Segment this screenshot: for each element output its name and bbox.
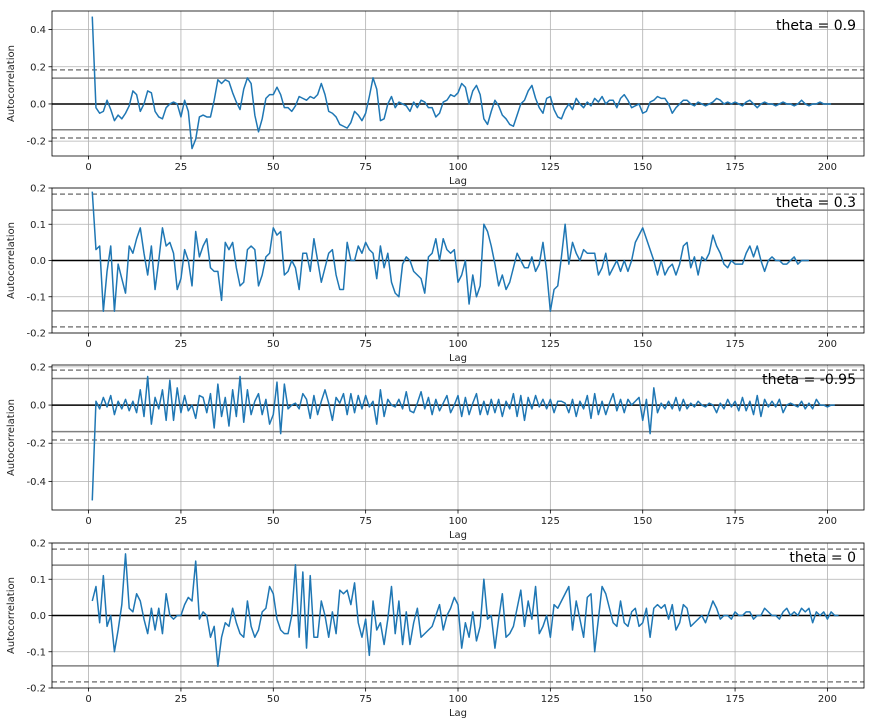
x-tick-label: 175 xyxy=(726,339,745,350)
acf-series-line xyxy=(91,553,839,667)
x-tick-label: 25 xyxy=(175,516,188,527)
y-tick-label: -0.2 xyxy=(26,684,46,695)
y-axis-label: Autocorrelation xyxy=(6,399,17,476)
x-tick-label: 125 xyxy=(541,516,560,527)
x-tick-label: 200 xyxy=(818,339,837,350)
x-tick-label: 75 xyxy=(359,339,372,350)
y-tick-label: 0.0 xyxy=(30,99,46,110)
x-tick-label: 125 xyxy=(541,162,560,173)
acf-panel-3: 0 25 50 75 100 125 150 175 200 -0.4 -0.2 0.0 0.2 Lag A… xyxy=(6,362,865,541)
x-tick-label: 50 xyxy=(267,516,280,527)
x-tick-label: 125 xyxy=(541,694,560,705)
theta-annotation: theta = -0.95 xyxy=(762,372,856,388)
y-tick-label: 0.2 xyxy=(30,362,46,373)
y-tick-label: 0.2 xyxy=(30,62,46,73)
x-tick-label: 100 xyxy=(448,694,467,705)
x-tick-label: 75 xyxy=(359,516,372,527)
y-tick-label: 0.2 xyxy=(30,539,46,550)
y-tick-label: 0.1 xyxy=(30,220,46,231)
x-tick-label: 75 xyxy=(359,162,372,173)
acf-panel-2: 0 25 50 75 100 125 150 175 200 -0.2 -0.1 0.0 0.1 0.2 L… xyxy=(6,184,865,364)
y-tick-label: 0.2 xyxy=(30,184,46,195)
y-tick-label: 0.4 xyxy=(30,25,46,36)
x-tick-label: 150 xyxy=(633,516,652,527)
x-axis-label: Lag xyxy=(449,176,467,187)
acf-series-line xyxy=(91,16,832,150)
x-tick-label: 125 xyxy=(541,339,560,350)
x-tick-label: 0 xyxy=(85,694,91,705)
y-tick-label: -0.2 xyxy=(26,439,46,450)
y-tick-label: 0.0 xyxy=(30,401,46,412)
x-tick-label: 100 xyxy=(448,339,467,350)
x-tick-label: 0 xyxy=(85,162,91,173)
y-axis-label: Autocorrelation xyxy=(6,45,17,122)
acf-panel-4: 0 25 50 75 100 125 150 175 200 -0.2 -0.1 0.0 0.1 0.2 L… xyxy=(6,539,865,719)
acf-series-line xyxy=(91,375,835,501)
y-tick-label: 0.0 xyxy=(30,611,46,622)
x-tick-label: 150 xyxy=(633,339,652,350)
x-tick-label: 0 xyxy=(85,516,91,527)
acf-panel-1: 0 25 50 75 100 125 150 175 200 -0.2 0.0 0.2 0.4 Lag Au… xyxy=(6,10,865,187)
x-tick-label: 50 xyxy=(267,339,280,350)
x-tick-label: 150 xyxy=(633,694,652,705)
x-tick-label: 50 xyxy=(267,694,280,705)
y-tick-label: -0.2 xyxy=(26,329,46,340)
x-tick-label: 75 xyxy=(359,694,372,705)
x-tick-label: 100 xyxy=(448,516,467,527)
x-axis-label: Lag xyxy=(449,353,467,364)
x-tick-label: 50 xyxy=(267,162,280,173)
y-tick-label: -0.1 xyxy=(26,292,46,303)
y-tick-label: 0.0 xyxy=(30,256,46,267)
x-axis-label: Lag xyxy=(449,708,467,719)
y-tick-label: -0.2 xyxy=(26,137,46,148)
x-tick-label: 25 xyxy=(175,162,188,173)
y-tick-label: 0.1 xyxy=(30,575,46,586)
y-tick-label: -0.1 xyxy=(26,647,46,658)
x-tick-label: 100 xyxy=(448,162,467,173)
x-tick-label: 200 xyxy=(818,516,837,527)
x-tick-label: 25 xyxy=(175,339,188,350)
x-axis-label: Lag xyxy=(449,530,467,541)
x-tick-label: 200 xyxy=(818,694,837,705)
y-axis-label: Autocorrelation xyxy=(6,577,17,654)
x-tick-label: 0 xyxy=(85,339,91,350)
x-tick-label: 200 xyxy=(818,162,837,173)
theta-annotation: theta = 0.3 xyxy=(776,195,856,211)
x-tick-label: 175 xyxy=(726,162,745,173)
x-tick-label: 150 xyxy=(633,162,652,173)
x-tick-label: 175 xyxy=(726,516,745,527)
x-tick-label: 25 xyxy=(175,694,188,705)
theta-annotation: theta = 0 xyxy=(789,550,856,566)
acf-figure: 0 25 50 75 100 125 150 175 200 -0.2 0.0 0.2 0.4 Lag Au… xyxy=(6,10,865,719)
x-tick-label: 175 xyxy=(726,694,745,705)
theta-annotation: theta = 0.9 xyxy=(776,18,856,34)
y-axis-label: Autocorrelation xyxy=(6,222,17,299)
y-tick-label: -0.4 xyxy=(26,477,46,488)
